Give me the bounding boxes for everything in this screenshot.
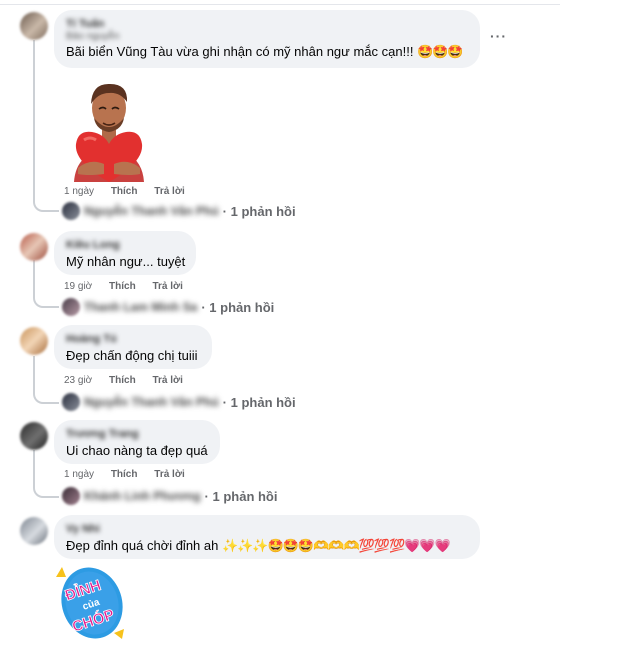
reply-button[interactable]: Trả lời <box>152 375 182 386</box>
thread-line <box>33 356 35 392</box>
comment-time[interactable]: 23 giờ <box>64 375 92 386</box>
sticker-dinh-cua-chop-icon: ĐỈNH của CHÓP <box>56 567 124 639</box>
thread-line <box>33 260 35 296</box>
reply-author-names: Nguyễn Thanh Vân Phú <box>84 204 219 218</box>
avatar[interactable] <box>20 233 48 261</box>
comment-text: Đẹp đỉnh quá chời đỉnh ah ✨✨✨🤩🤩🤩🫶🫶🫶💯💯💯💗💗… <box>66 538 468 554</box>
comment-text: Ui chao nàng ta đẹp quá <box>66 443 208 458</box>
sticker-dinh-cua-chop: ĐỈNH của CHÓP <box>52 563 132 643</box>
comment-text: Bãi biển Vũng Tàu vừa ghi nhận có mỹ nhâ… <box>66 44 468 60</box>
comment-author[interactable]: Hoàng Tú <box>66 333 200 345</box>
comment-actions: 19 giờ Thích Trả lời <box>64 281 197 292</box>
thread-elbow <box>33 392 59 404</box>
comment-text: Mỹ nhân ngư... tuyệt <box>66 254 186 269</box>
comment-text-body: Bãi biển Vũng Tàu vừa ghi nhận có mỹ nhâ… <box>66 44 414 59</box>
reply-count[interactable]: · 1 phản hồi <box>223 395 296 410</box>
more-options-icon[interactable]: ··· <box>490 28 507 44</box>
sticker-man-heart <box>64 78 154 182</box>
comment-bubble: Trương Trang Ui chao nàng ta đẹp quá <box>54 420 220 464</box>
comment-time[interactable]: 19 giờ <box>64 281 92 292</box>
view-replies[interactable]: Nguyễn Thanh Vân Phú · 1 phản hồi <box>62 393 296 411</box>
comment-author[interactable]: Tí Tuấn <box>66 18 468 30</box>
comment-author[interactable]: Vy Nhi <box>66 523 468 535</box>
comment-actions: 1 ngày Thích Trả lời <box>64 186 199 197</box>
sticker-man-heart-icon <box>74 83 144 182</box>
avatar[interactable] <box>20 327 48 355</box>
reply-avatar <box>62 298 80 316</box>
top-divider <box>0 4 560 5</box>
reply-button[interactable]: Trả lời <box>154 186 184 197</box>
reply-avatar <box>62 487 80 505</box>
comment-time[interactable]: 1 ngày <box>64 186 94 197</box>
avatar[interactable] <box>20 422 48 450</box>
avatar[interactable] <box>20 12 48 40</box>
reply-count[interactable]: · 1 phản hồi <box>205 489 278 504</box>
like-button[interactable]: Thích <box>111 469 138 480</box>
comment-author-sub: Bảo nguyễn <box>66 31 120 42</box>
reply-count[interactable]: · 1 phản hồi <box>201 300 274 315</box>
view-replies[interactable]: Thanh Lam Minh Sa · 1 phản hồi <box>62 298 274 316</box>
comment-text-body: Đẹp đỉnh quá chời đỉnh ah <box>66 538 219 553</box>
comment-emojis: 🤩🤩🤩 <box>417 44 464 59</box>
reply-author-names: Thanh Lam Minh Sa <box>84 300 198 314</box>
comment-bubble: Kiều Long Mỹ nhân ngư... tuyệt <box>54 231 196 275</box>
view-replies[interactable]: Khánh Linh Phương · 1 phản hồi <box>62 487 278 505</box>
thread-line <box>33 450 35 486</box>
comment-author[interactable]: Kiều Long <box>66 239 184 251</box>
reply-button[interactable]: Trả lời <box>152 281 182 292</box>
reply-button[interactable]: Trả lời <box>154 469 184 480</box>
thread-elbow <box>33 200 59 212</box>
comment-text: Đẹp chấn động chị tuiii <box>66 348 198 363</box>
thread-elbow <box>33 486 59 498</box>
reply-avatar <box>62 202 80 220</box>
thread-line <box>33 40 35 200</box>
like-button[interactable]: Thích <box>111 186 138 197</box>
avatar[interactable] <box>20 517 48 545</box>
reply-author-names: Khánh Linh Phương <box>84 489 201 503</box>
like-button[interactable]: Thích <box>109 281 136 292</box>
reply-count[interactable]: · 1 phản hồi <box>223 204 296 219</box>
thread-elbow <box>33 296 59 308</box>
comment-actions: 23 giờ Thích Trả lời <box>64 375 197 386</box>
view-replies[interactable]: Nguyễn Thanh Vân Phú · 1 phản hồi <box>62 202 296 220</box>
comment-time[interactable]: 1 ngày <box>64 469 94 480</box>
comment-bubble: Vy Nhi Đẹp đỉnh quá chời đỉnh ah ✨✨✨🤩🤩🤩🫶… <box>54 515 480 559</box>
reply-avatar <box>62 393 80 411</box>
like-button[interactable]: Thích <box>109 375 136 386</box>
comment-actions: 1 ngày Thích Trả lời <box>64 469 199 480</box>
comment-emojis: ✨✨✨🤩🤩🤩🫶🫶🫶💯💯💯💗💗💗 <box>221 538 451 553</box>
reply-author-names: Nguyễn Thanh Vân Phú <box>84 395 219 409</box>
comment-bubble: Tí Tuấn Bảo nguyễn Bãi biển Vũng Tàu vừa… <box>54 10 480 68</box>
comment-author[interactable]: Trương Trang <box>66 428 208 440</box>
comment-bubble: Hoàng Tú Đẹp chấn động chị tuiii <box>54 325 212 369</box>
